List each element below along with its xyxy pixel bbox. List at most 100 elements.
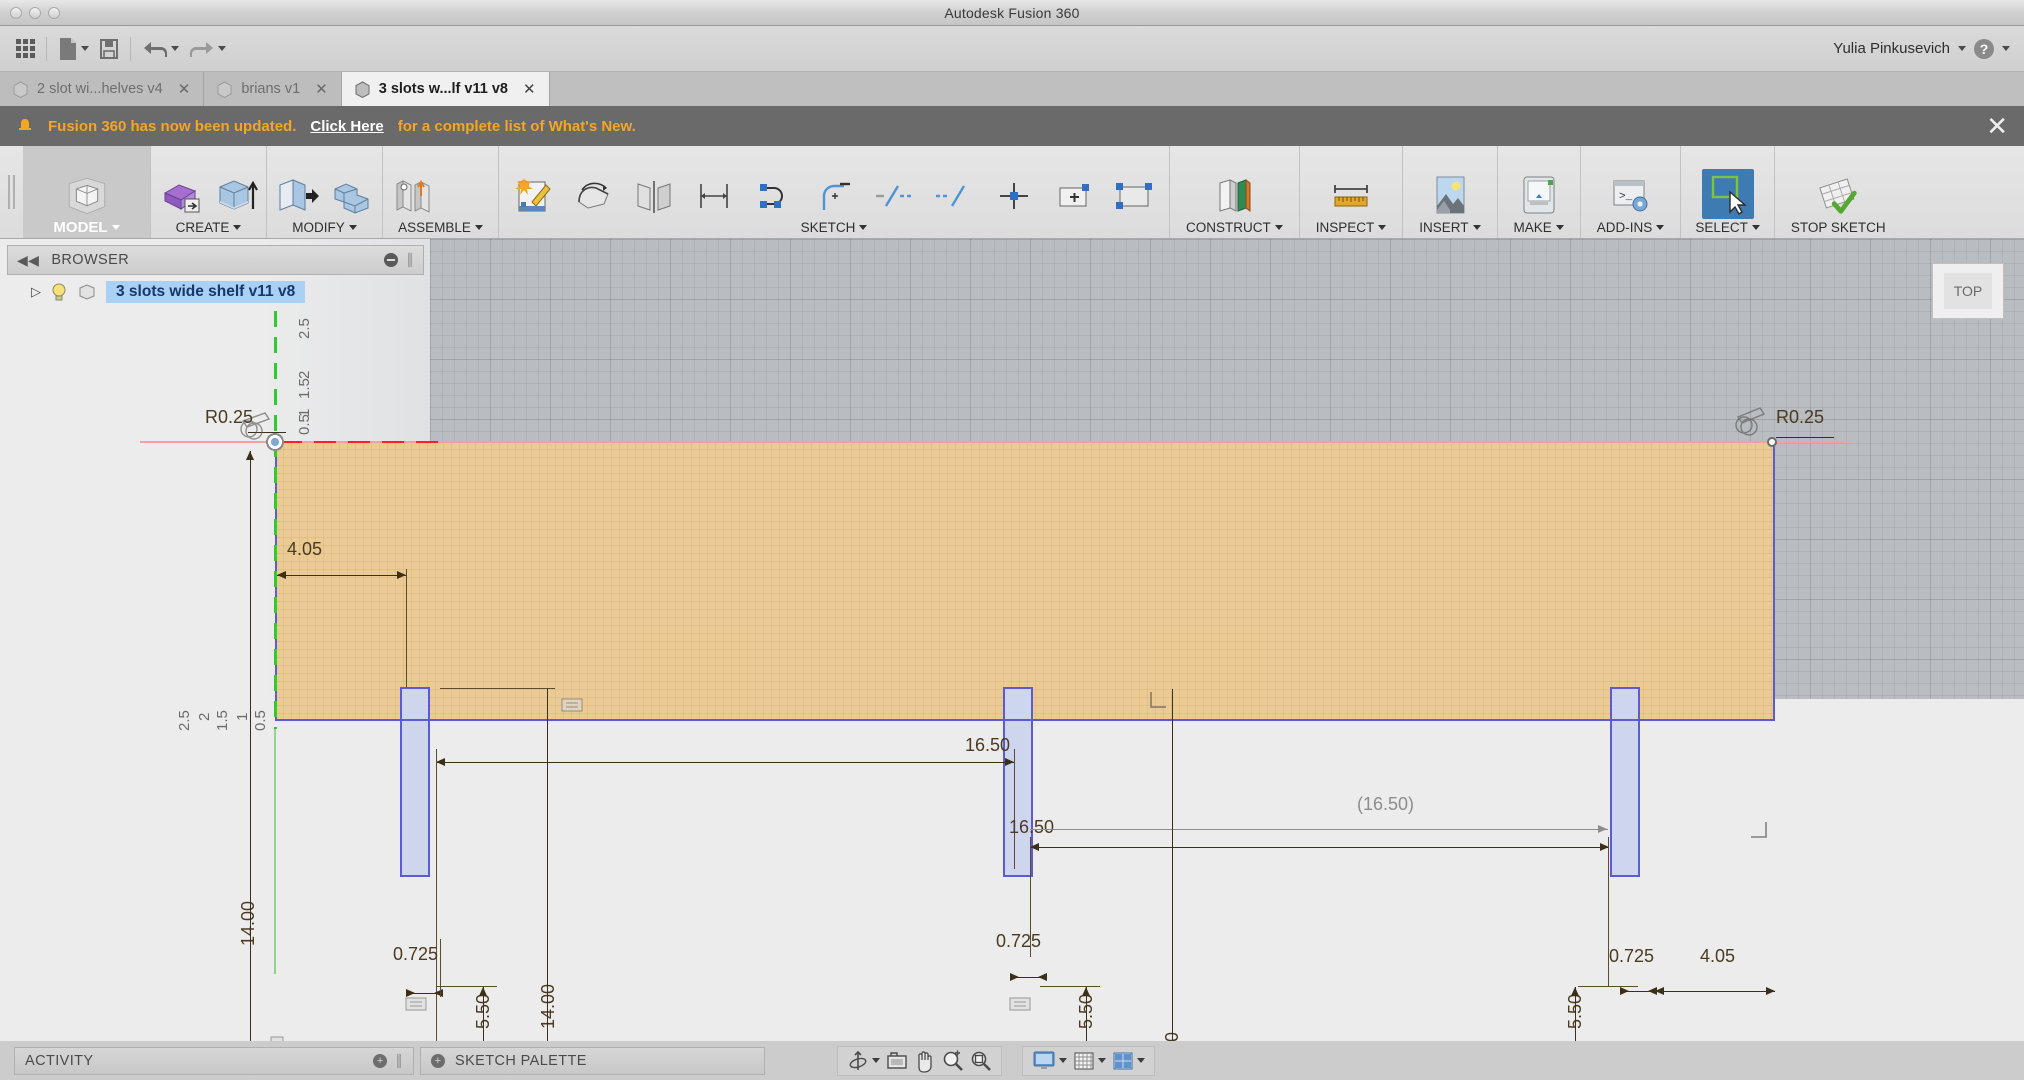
chevron-down-icon[interactable] bbox=[474, 224, 483, 230]
ribbon-panel-stop-sketch[interactable]: STOP SKETCH bbox=[1775, 146, 1902, 238]
viewports-button[interactable] bbox=[1112, 1050, 1145, 1072]
chevron-down-icon[interactable] bbox=[1137, 1058, 1145, 1063]
horizontal-constraint-glyph[interactable] bbox=[404, 996, 428, 1017]
panel-grip-icon[interactable]: ∥ bbox=[406, 252, 414, 268]
dimension-icon[interactable] bbox=[691, 173, 737, 219]
display-settings-button[interactable] bbox=[1032, 1050, 1067, 1072]
chevron-down-icon[interactable] bbox=[218, 46, 226, 51]
rectangle-plus-icon[interactable] bbox=[1051, 173, 1097, 219]
chevron-down-icon[interactable] bbox=[1751, 224, 1760, 230]
create-sketch-icon[interactable] bbox=[511, 173, 557, 219]
zoom-in-button[interactable] bbox=[942, 1050, 964, 1072]
sketch-palette-panel[interactable]: + SKETCH PALETTE bbox=[420, 1046, 765, 1075]
activity-panel[interactable]: ACTIVITY + ∥ bbox=[14, 1046, 414, 1075]
chevron-down-icon[interactable] bbox=[1098, 1058, 1106, 1063]
viewcube[interactable]: TOP bbox=[1932, 263, 2004, 319]
chevron-down-icon[interactable] bbox=[859, 224, 868, 230]
document-tab-1[interactable]: 2 slot wi...helves v4 ✕ bbox=[0, 72, 205, 106]
mirror-icon[interactable] bbox=[631, 173, 677, 219]
close-tab-icon[interactable]: ✕ bbox=[178, 80, 191, 98]
chevron-down-icon[interactable] bbox=[1472, 224, 1481, 230]
perpendicular-constraint-glyph[interactable] bbox=[1148, 689, 1170, 716]
new-file-button[interactable] bbox=[53, 32, 94, 66]
dimension-4-05-right[interactable]: 4.05 bbox=[1700, 946, 1735, 967]
chevron-down-icon[interactable] bbox=[872, 1058, 880, 1063]
redo-button[interactable] bbox=[184, 32, 231, 66]
dimension-16-50-upper[interactable]: 16.50 bbox=[965, 735, 1010, 756]
horizontal-constraint-glyph[interactable] bbox=[560, 697, 584, 718]
spline-icon[interactable] bbox=[571, 173, 617, 219]
viewcube-top-face[interactable]: TOP bbox=[1944, 273, 1992, 309]
pan-button[interactable] bbox=[914, 1049, 936, 1073]
fillet-icon[interactable] bbox=[751, 173, 797, 219]
zoom-window-button[interactable] bbox=[970, 1050, 992, 1072]
offset-plane-icon[interactable] bbox=[1211, 173, 1257, 219]
dimension-radius-right[interactable]: R0.25 bbox=[1776, 407, 1824, 428]
script-addin-icon[interactable]: >_ bbox=[1608, 173, 1654, 219]
combine-icon[interactable] bbox=[329, 173, 375, 219]
dimension-4-05-left[interactable]: 4.05 bbox=[287, 539, 322, 560]
chevron-down-icon[interactable] bbox=[81, 46, 89, 51]
rectangle-icon[interactable] bbox=[1111, 173, 1157, 219]
offset-line-icon[interactable] bbox=[931, 173, 977, 219]
dimension-16-50-middle[interactable]: 16.50 bbox=[1009, 817, 1054, 838]
insert-image-icon[interactable] bbox=[1427, 173, 1473, 219]
circle-plus-icon[interactable]: + bbox=[373, 1053, 388, 1068]
document-tab-3[interactable]: 3 slots w...lf v11 v8 ✕ bbox=[341, 72, 550, 106]
close-tab-icon[interactable]: ✕ bbox=[315, 80, 328, 98]
collapse-left-icon[interactable]: ◀◀ bbox=[17, 252, 39, 269]
chevron-down-icon[interactable] bbox=[1378, 224, 1387, 230]
dimension-0-725-2[interactable]: 0.725 bbox=[996, 931, 1041, 952]
close-tab-icon[interactable]: ✕ bbox=[523, 80, 536, 98]
chevron-down-icon[interactable] bbox=[111, 224, 120, 230]
app-grid-button[interactable] bbox=[10, 32, 40, 66]
circle-plus-icon[interactable]: + bbox=[431, 1053, 445, 1068]
panel-grip-icon[interactable]: ∥ bbox=[395, 1053, 403, 1069]
chevron-down-icon[interactable] bbox=[171, 46, 179, 51]
perpendicular-constraint-glyph[interactable] bbox=[1748, 819, 1770, 846]
minus-circle-icon[interactable] bbox=[384, 253, 399, 267]
chevron-down-icon[interactable] bbox=[1555, 224, 1564, 230]
save-button[interactable] bbox=[94, 32, 124, 66]
stop-sketch-icon[interactable] bbox=[1815, 173, 1861, 219]
chevron-down-icon[interactable] bbox=[1274, 224, 1283, 230]
chevron-down-icon[interactable] bbox=[348, 224, 357, 230]
chevron-down-icon[interactable] bbox=[2002, 46, 2010, 51]
workspace-selector-model[interactable]: MODEL bbox=[23, 146, 151, 238]
sketch-point[interactable] bbox=[1767, 437, 1777, 447]
undo-button[interactable] bbox=[137, 32, 184, 66]
sketch-profile-outline[interactable] bbox=[275, 441, 1775, 721]
dimension-0-725-3[interactable]: 0.725 bbox=[1609, 946, 1654, 967]
joint-icon[interactable] bbox=[390, 173, 436, 219]
construction-line-icon[interactable] bbox=[871, 173, 917, 219]
select-cursor-icon[interactable] bbox=[1701, 169, 1754, 219]
dimension-16-50-driven[interactable]: (16.50) bbox=[1357, 794, 1414, 815]
orbit-button[interactable] bbox=[847, 1050, 880, 1072]
look-at-button[interactable] bbox=[886, 1050, 908, 1072]
close-notification-icon[interactable]: ✕ bbox=[1986, 113, 2008, 139]
chevron-down-icon[interactable] bbox=[233, 224, 242, 230]
horizontal-constraint-glyph[interactable] bbox=[1008, 996, 1032, 1017]
arc-tangent-icon[interactable] bbox=[811, 173, 857, 219]
notification-link[interactable]: Click Here bbox=[310, 118, 383, 135]
lightbulb-icon[interactable] bbox=[50, 282, 68, 302]
grid-snaps-button[interactable] bbox=[1073, 1050, 1106, 1072]
chevron-down-icon[interactable] bbox=[1958, 46, 1966, 51]
dimension-14-00-left[interactable]: 14.00 bbox=[238, 901, 259, 946]
chevron-down-icon[interactable] bbox=[1656, 224, 1665, 230]
vertical-constraint-glyph[interactable] bbox=[268, 1034, 286, 1041]
measure-icon[interactable] bbox=[1328, 173, 1374, 219]
extrude-icon[interactable] bbox=[213, 173, 259, 219]
browser-node-root[interactable]: 3 slots wide shelf v11 v8 bbox=[106, 281, 306, 303]
help-icon[interactable]: ? bbox=[1974, 38, 1994, 59]
press-pull-icon[interactable] bbox=[274, 173, 320, 219]
sketch-create-icon[interactable] bbox=[158, 173, 204, 219]
chevron-down-icon[interactable] bbox=[1059, 1058, 1067, 1063]
dimension-0-725-1[interactable]: 0.725 bbox=[393, 944, 438, 965]
midpoint-icon[interactable] bbox=[991, 173, 1037, 219]
user-name-label[interactable]: Yulia Pinkusevich bbox=[1833, 40, 1950, 57]
document-tab-2[interactable]: brians v1 ✕ bbox=[204, 72, 342, 106]
dimension-14-00-mid1[interactable]: 14.00 bbox=[538, 984, 559, 1029]
3d-print-icon[interactable] bbox=[1516, 173, 1562, 219]
triangle-right-icon[interactable]: ▷ bbox=[31, 284, 41, 300]
